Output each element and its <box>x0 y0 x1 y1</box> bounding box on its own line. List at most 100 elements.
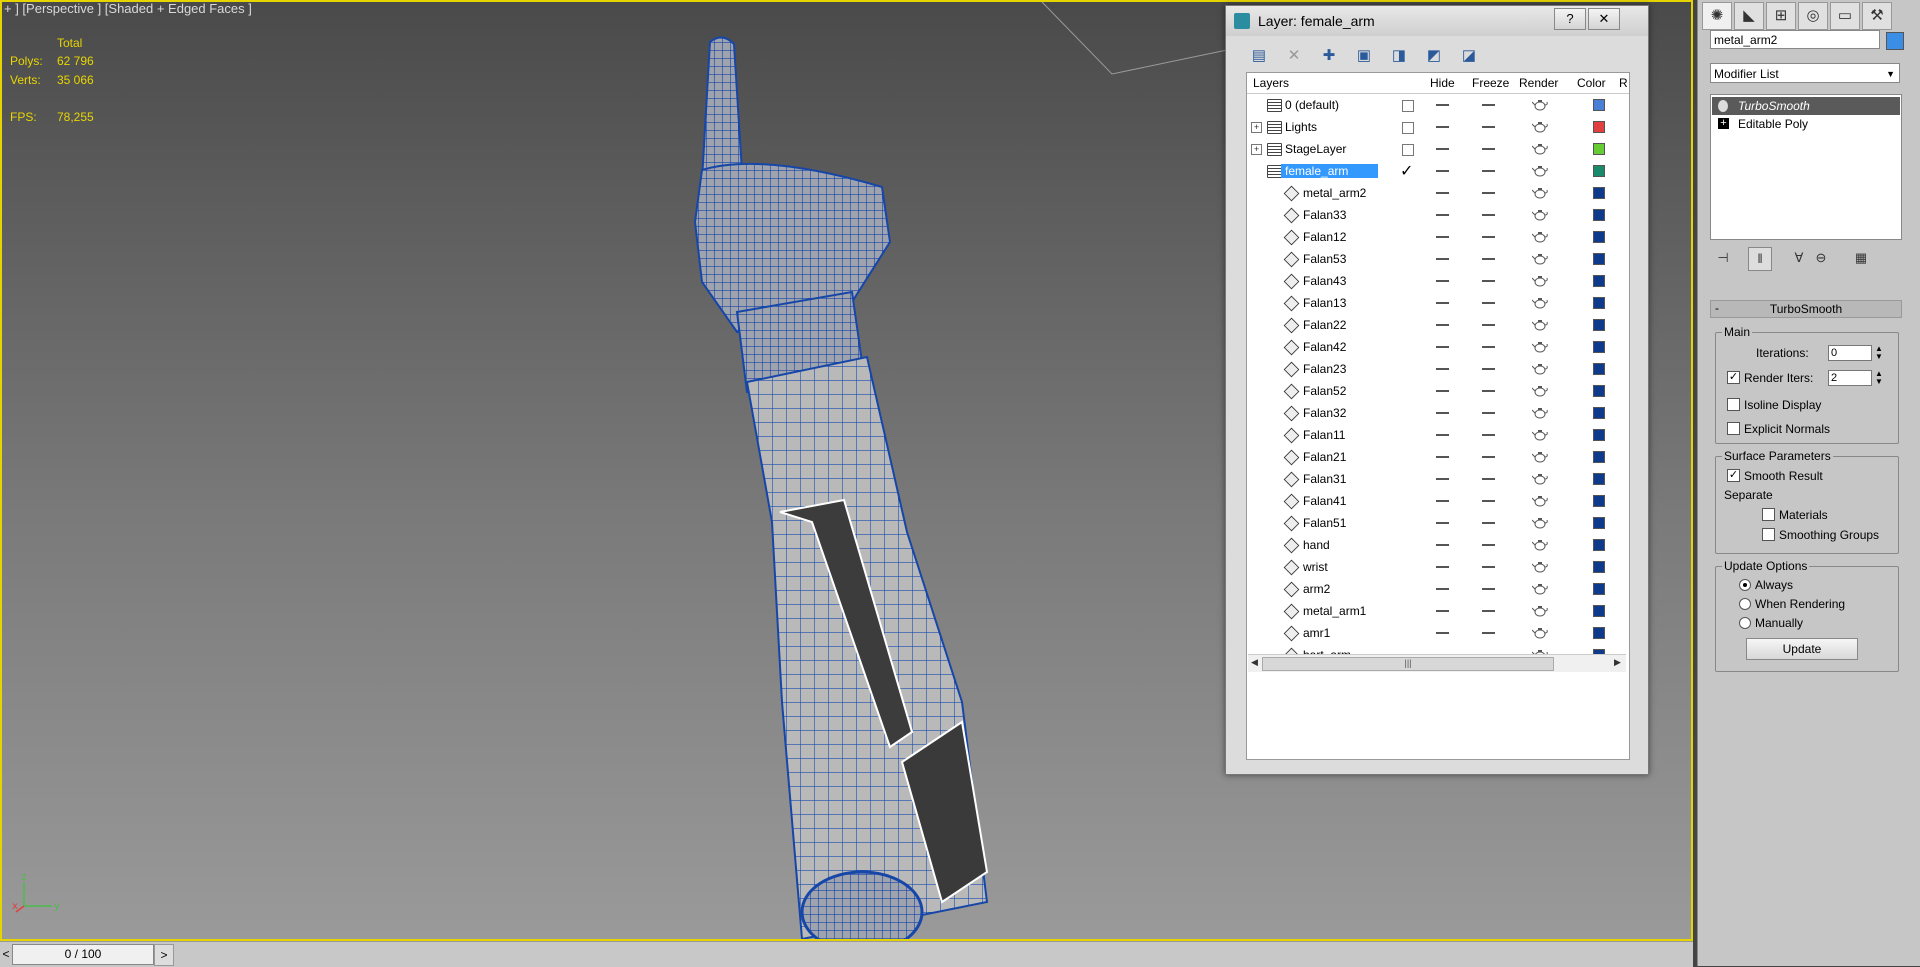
col-color[interactable]: Color <box>1577 76 1606 90</box>
layer-color-swatch[interactable] <box>1593 275 1605 287</box>
active-layer-checkbox[interactable] <box>1402 100 1414 112</box>
freeze-toggle[interactable] <box>1482 566 1495 568</box>
object-row[interactable]: Falan51 <box>1247 512 1629 534</box>
hide-toggle[interactable] <box>1436 610 1449 612</box>
freeze-toggle[interactable] <box>1482 104 1495 106</box>
dialog-titlebar[interactable]: Layer: female_arm ? ✕ <box>1226 6 1648 36</box>
hide-toggle[interactable] <box>1436 522 1449 524</box>
render-teapot-icon[interactable] <box>1532 273 1548 287</box>
hide-toggle[interactable] <box>1436 500 1449 502</box>
freeze-toggle[interactable] <box>1482 434 1495 436</box>
layer-color-swatch[interactable] <box>1593 473 1605 485</box>
hide-toggle[interactable] <box>1436 280 1449 282</box>
hide-toggle[interactable] <box>1436 104 1449 106</box>
row-name[interactable]: metal_arm2 <box>1303 186 1366 200</box>
object-color-swatch[interactable] <box>1886 32 1904 50</box>
row-name[interactable]: wrist <box>1303 560 1328 574</box>
object-row[interactable]: Falan41 <box>1247 490 1629 512</box>
layer-color-swatch[interactable] <box>1593 583 1605 595</box>
render-teapot-icon[interactable] <box>1532 603 1548 617</box>
object-row[interactable]: wrist <box>1247 556 1629 578</box>
turbosmooth-rollout-header[interactable]: - TurboSmooth <box>1710 300 1902 318</box>
freeze-toggle[interactable] <box>1482 324 1495 326</box>
row-name[interactable]: Falan53 <box>1303 252 1346 266</box>
remove-modifier-icon[interactable]: ⊖ <box>1810 247 1832 269</box>
row-name[interactable]: Falan43 <box>1303 274 1346 288</box>
object-row[interactable]: Falan53 <box>1247 248 1629 270</box>
object-row[interactable]: Falan23 <box>1247 358 1629 380</box>
row-name[interactable]: Falan41 <box>1303 494 1346 508</box>
render-teapot-icon[interactable] <box>1532 537 1548 551</box>
hierarchy-tab-icon[interactable]: ⊞ <box>1766 2 1796 30</box>
hide-toggle[interactable] <box>1436 126 1449 128</box>
render-teapot-icon[interactable] <box>1532 229 1548 243</box>
layer-color-swatch[interactable] <box>1593 429 1605 441</box>
freeze-toggle[interactable] <box>1482 346 1495 348</box>
active-layer-checkbox[interactable] <box>1402 122 1414 134</box>
add-to-layer-icon[interactable]: ✚ <box>1316 43 1342 69</box>
freeze-toggle[interactable] <box>1482 126 1495 128</box>
render-teapot-icon[interactable] <box>1532 427 1548 441</box>
row-name[interactable]: Falan21 <box>1303 450 1346 464</box>
always-radio[interactable] <box>1739 579 1751 591</box>
render-teapot-icon[interactable] <box>1532 207 1548 221</box>
hide-toggle[interactable] <box>1436 214 1449 216</box>
timeline-next-button[interactable]: > <box>154 944 174 966</box>
expand-plus-icon[interactable]: + <box>1251 122 1262 133</box>
freeze-toggle[interactable] <box>1482 302 1495 304</box>
row-name[interactable]: Falan12 <box>1303 230 1346 244</box>
object-row[interactable]: Falan31 <box>1247 468 1629 490</box>
iterations-spinner[interactable]: 0 ▲ ▼ <box>1828 345 1886 361</box>
layer-color-swatch[interactable] <box>1593 121 1605 133</box>
freeze-toggle[interactable] <box>1482 390 1495 392</box>
close-button[interactable]: ✕ <box>1588 8 1620 30</box>
modify-tab-icon[interactable]: ◣ <box>1734 2 1764 30</box>
hide-toggle[interactable] <box>1436 412 1449 414</box>
layer-row[interactable]: 0 (default) <box>1247 94 1629 116</box>
layer-color-swatch[interactable] <box>1593 517 1605 529</box>
help-button[interactable]: ? <box>1554 8 1586 30</box>
layer-color-swatch[interactable] <box>1593 297 1605 309</box>
freeze-toggle[interactable] <box>1482 412 1495 414</box>
layer-color-swatch[interactable] <box>1593 341 1605 353</box>
row-name[interactable]: Falan42 <box>1303 340 1346 354</box>
freeze-toggle[interactable] <box>1482 192 1495 194</box>
layer-color-swatch[interactable] <box>1593 319 1605 331</box>
object-row[interactable]: metal_arm2 <box>1247 182 1629 204</box>
iterations-value[interactable]: 0 <box>1828 345 1872 361</box>
col-render[interactable]: Render <box>1519 76 1558 90</box>
render-iters-spinner[interactable]: 2 ▲ ▼ <box>1828 370 1886 386</box>
row-name[interactable]: Falan11 <box>1303 428 1345 442</box>
object-name-field[interactable]: metal_arm2 <box>1710 30 1880 49</box>
pin-stack-icon[interactable]: ⊣ <box>1712 247 1734 269</box>
modifier-stack[interactable]: TurboSmooth + Editable Poly <box>1710 94 1902 240</box>
freeze-toggle[interactable] <box>1482 258 1495 260</box>
freeze-toggle[interactable] <box>1482 544 1495 546</box>
object-row[interactable]: Falan32 <box>1247 402 1629 424</box>
col-r[interactable]: R <box>1619 76 1628 90</box>
render-teapot-icon[interactable] <box>1532 317 1548 331</box>
hide-toggle[interactable] <box>1436 148 1449 150</box>
create-layer-icon[interactable]: ▤ <box>1246 43 1272 69</box>
freeze-toggle[interactable] <box>1482 148 1495 150</box>
layer-color-swatch[interactable] <box>1593 495 1605 507</box>
layer-color-swatch[interactable] <box>1593 99 1605 111</box>
active-layer-check-icon[interactable]: ✓ <box>1400 161 1413 181</box>
row-name[interactable]: Falan32 <box>1303 406 1346 420</box>
layer-row[interactable]: + StageLayer <box>1247 138 1629 160</box>
hide-toggle[interactable] <box>1436 324 1449 326</box>
layer-color-swatch[interactable] <box>1593 165 1605 177</box>
hide-toggle[interactable] <box>1436 302 1449 304</box>
row-name[interactable]: Lights <box>1285 120 1317 134</box>
make-unique-icon[interactable]: ∀ <box>1788 247 1810 269</box>
render-teapot-icon[interactable] <box>1532 515 1548 529</box>
row-name[interactable]: Falan13 <box>1303 296 1346 310</box>
render-teapot-icon[interactable] <box>1532 251 1548 265</box>
render-teapot-icon[interactable] <box>1532 119 1548 133</box>
hide-toggle[interactable] <box>1436 632 1449 634</box>
object-row[interactable]: Falan52 <box>1247 380 1629 402</box>
layer-color-swatch[interactable] <box>1593 407 1605 419</box>
row-name[interactable]: arm2 <box>1303 582 1330 596</box>
layer-color-swatch[interactable] <box>1593 187 1605 199</box>
utilities-tab-icon[interactable]: ⚒ <box>1862 2 1892 30</box>
